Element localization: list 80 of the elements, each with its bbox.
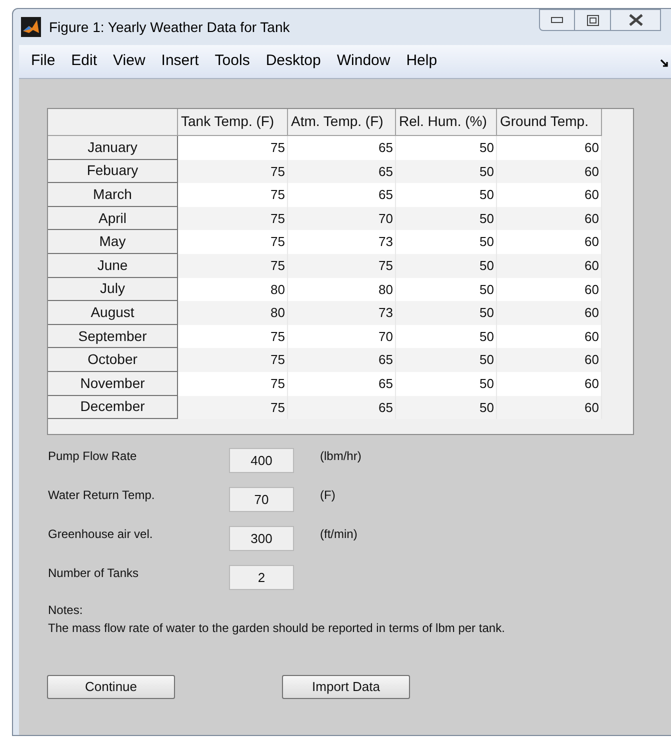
field-label: Pump Flow Rate <box>47 448 138 465</box>
table-cell: 75 <box>178 396 288 420</box>
menu-item[interactable]: Tools <box>206 50 258 73</box>
app-logo-icon <box>21 17 41 37</box>
notes-heading: Notes: <box>48 602 84 619</box>
minimize-button[interactable] <box>539 9 575 31</box>
table-cell: 65 <box>288 183 396 207</box>
table-cell: 65 <box>288 372 396 396</box>
row-header: July <box>48 278 178 302</box>
input-field[interactable]: 400 <box>229 448 294 473</box>
table-cell: 60 <box>497 136 602 160</box>
table-cell: 50 <box>396 396 497 420</box>
menu-item[interactable]: Insert <box>153 50 207 73</box>
table-cell: 75 <box>178 230 288 254</box>
table-cell: 50 <box>396 136 497 160</box>
menu-item[interactable]: Desktop <box>258 50 329 73</box>
table-cell: 50 <box>396 230 497 254</box>
menu-item[interactable]: Edit <box>63 50 106 73</box>
unit-label: (lbm/hr) <box>320 448 362 465</box>
close-button[interactable] <box>611 9 661 31</box>
table-cell: 50 <box>396 183 497 207</box>
table-cell: 73 <box>288 230 396 254</box>
action-button[interactable]: Import Data <box>282 675 410 699</box>
table-cell: 75 <box>178 183 288 207</box>
minimize-icon <box>551 17 563 23</box>
notes-text: The mass flow rate of water to the garden should be reported in terms of lbm per tank. <box>48 620 506 637</box>
dock-arrow-icon[interactable] <box>660 59 669 68</box>
table-cell: 75 <box>178 372 288 396</box>
input-field[interactable]: 70 <box>229 487 294 512</box>
unit-label: (F) <box>320 487 336 504</box>
row-header: April <box>48 206 178 230</box>
action-button[interactable]: Continue <box>47 675 175 699</box>
table-cell: 50 <box>396 206 497 230</box>
table-cell: 60 <box>497 396 602 420</box>
row-header: November <box>48 372 178 396</box>
table-cell: 60 <box>497 206 602 230</box>
maximize-button[interactable] <box>575 9 611 31</box>
table-cell: 65 <box>288 136 396 160</box>
table-cell: 60 <box>497 230 602 254</box>
close-icon <box>628 14 642 26</box>
table-cell: 70 <box>288 206 396 230</box>
menu-item[interactable]: View <box>105 50 154 73</box>
row-header: December <box>48 396 178 420</box>
window-title: Figure 1: Yearly Weather Data for Tank <box>49 18 290 37</box>
menu-item[interactable]: Window <box>328 50 398 73</box>
table-cell: 50 <box>396 372 497 396</box>
unit-label: (ft/min) <box>320 526 358 543</box>
table-cell: 60 <box>497 183 602 207</box>
field-label: Water Return Temp. <box>47 487 156 504</box>
table-cell: 50 <box>396 324 497 348</box>
table-cell: 75 <box>178 206 288 230</box>
table-cell: 60 <box>497 324 602 348</box>
row-header: March <box>48 183 178 207</box>
input-field[interactable]: 300 <box>229 526 294 551</box>
table-cell: 60 <box>497 278 602 302</box>
row-header: Febuary <box>48 160 178 184</box>
row-header: January <box>48 136 178 160</box>
table-cell: 70 <box>288 324 396 348</box>
table-cell: 80 <box>178 278 288 302</box>
field-label: Number of Tanks <box>47 565 140 582</box>
table-cell: 65 <box>288 396 396 420</box>
table-cell: 60 <box>497 372 602 396</box>
table-cell: 75 <box>178 324 288 348</box>
table-cell: 50 <box>396 160 497 184</box>
menu-item[interactable]: Help <box>398 50 446 73</box>
row-header: June <box>48 254 178 278</box>
row-header: October <box>48 348 178 372</box>
table-cell: 80 <box>288 278 396 302</box>
table-cell: 65 <box>288 160 396 184</box>
table-cell: 75 <box>178 136 288 160</box>
field-label: Greenhouse air vel. <box>47 526 154 543</box>
menu-item[interactable]: File <box>23 50 64 73</box>
input-field[interactable]: 2 <box>229 565 294 590</box>
row-header: August <box>48 301 178 325</box>
table-cell: 75 <box>178 160 288 184</box>
restore-icon <box>586 14 598 26</box>
row-header: May <box>48 230 178 254</box>
table-cell: 60 <box>497 160 602 184</box>
row-header: September <box>48 324 178 348</box>
table-cell: 50 <box>396 278 497 302</box>
